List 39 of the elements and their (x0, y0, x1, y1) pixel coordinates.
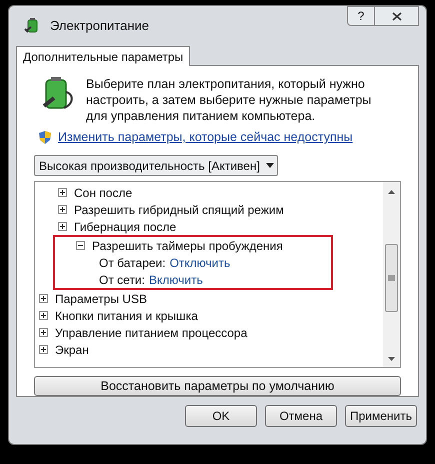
intro-text: Выберите план электропитания, который нужно настроить, а затем выберите нужные параметры для управления питанием компьютера. (86, 76, 372, 124)
expand-icon[interactable] (39, 328, 48, 338)
restore-defaults-button[interactable]: Восстановить параметры по умолчанию (34, 376, 401, 396)
setting-label: От сети: (99, 272, 145, 289)
expand-icon[interactable] (39, 294, 48, 304)
dialog-button[interactable]: Применить (345, 405, 417, 427)
dialog-button[interactable]: Отмена (265, 405, 337, 427)
grip-icon (388, 275, 395, 282)
scrollbar[interactable] (383, 182, 400, 367)
tree-item[interactable]: Кнопки питания и крышка (55, 306, 198, 325)
setting-value-link[interactable]: Включить (148, 270, 203, 289)
help-button[interactable]: ? (347, 6, 375, 26)
tab[interactable]: Дополнительные параметры (16, 46, 190, 66)
scroll-up-icon[interactable] (388, 190, 395, 194)
close-icon (392, 12, 402, 20)
tree-item[interactable]: Управление питанием процессора (55, 324, 248, 342)
tree-item[interactable]: Экран (55, 340, 89, 359)
expand-icon[interactable] (58, 188, 67, 198)
plan-dropdown[interactable]: Высокая производительность [Активен] (34, 154, 278, 176)
tree-item[interactable]: Разрешить таймеры пробуждения (92, 236, 283, 255)
collapse-icon[interactable] (76, 241, 85, 250)
expand-icon[interactable] (58, 222, 67, 232)
scroll-down-icon[interactable] (388, 357, 395, 361)
dialog-button[interactable]: OK (185, 405, 257, 427)
setting-value-link[interactable]: Отключить (170, 254, 230, 272)
admin-link[interactable]: Изменить параметры, которые сейчас недоступны (58, 128, 353, 147)
tree-item[interactable]: Разрешить гибридный спящий режим (74, 200, 284, 219)
shield-icon (38, 130, 52, 145)
setting-label: От батареи: (99, 254, 166, 272)
window-title: Электропитание (50, 17, 149, 36)
dropdown-arrow-icon (266, 163, 274, 168)
close-button[interactable] (375, 6, 419, 26)
expand-icon[interactable] (39, 345, 48, 354)
tree-item[interactable]: Сон после (74, 184, 132, 202)
expand-icon[interactable] (39, 311, 48, 320)
tree-item[interactable]: Параметры USB (55, 290, 147, 308)
scrollbar-thumb[interactable] (385, 244, 398, 312)
expand-icon[interactable] (58, 205, 67, 214)
tree-item[interactable]: Гибернация после (74, 218, 176, 236)
